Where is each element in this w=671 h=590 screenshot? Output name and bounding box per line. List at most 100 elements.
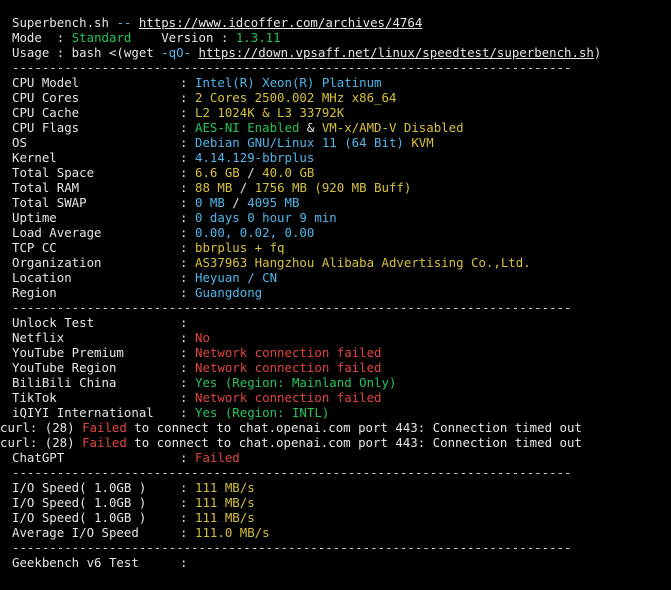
row-value: Yes (Region: Mainland Only)	[195, 375, 397, 390]
cpu-cache-row: CPU Cache: L2 1024K & L3 33792K	[12, 105, 671, 120]
colon: :	[180, 450, 188, 465]
iqiyi-row: iQIYI International: Yes (Region: INTL)	[12, 405, 671, 420]
total-space-row: Total Space:6.6 GB / 40.0 GB	[12, 165, 671, 180]
average-io-row: Average I/O Speed:111.0 MB/s	[12, 525, 671, 540]
total-ram-row: Total RAM:88 MB / 1756 MB (920 MB Buff)	[12, 180, 671, 195]
row-label: Organization	[12, 255, 102, 270]
row-label: YouTube Region	[12, 360, 117, 375]
row-value: Guangdong	[195, 285, 263, 300]
curl-message: to connect to chat.openai.com port 443: …	[126, 420, 582, 435]
version-value: 1.3.11	[235, 30, 281, 45]
organization-row: Organization: AS37963 Hangzhou Alibaba Ad…	[12, 255, 671, 270]
total-swap-row: Total SWAP:0 MB / 4095 MB	[12, 195, 671, 210]
colon: :	[180, 480, 188, 495]
curl-error-line: curl: (28) Failed to connect to chat.ope…	[0, 420, 671, 435]
row-label: ChatGPT	[12, 450, 65, 465]
usage-flag: -qO-	[161, 45, 192, 60]
row-value: 4.14.129-bbrplus	[195, 150, 315, 165]
cpu-model-row: CPU Model: Intel(R) Xeon(R) Platinum	[12, 75, 671, 90]
row-label: YouTube Premium	[12, 345, 124, 360]
slash: /	[232, 180, 255, 195]
slash: /	[224, 195, 248, 210]
geekbench-row: Geekbench v6 Test:	[12, 555, 671, 570]
youtube-premium-row: YouTube Premium: Network connection faile…	[12, 345, 671, 360]
colon: :	[180, 555, 188, 570]
colon: :	[180, 225, 188, 240]
usage-url-link[interactable]: https://down.vpsaff.net/linux/speedtest/…	[199, 45, 594, 60]
colon: :	[180, 315, 188, 330]
colon: :	[180, 120, 188, 135]
colon: :	[180, 510, 188, 525]
mode-value: Standard	[71, 30, 132, 45]
colon: :	[180, 390, 188, 405]
virt-value: KVM	[403, 135, 434, 150]
row-label: CPU Flags	[12, 120, 80, 135]
header-title-line: Superbench.sh -- https://www.idcoffer.co…	[12, 15, 671, 30]
bilibili-row: BiliBili China: Yes (Region: Mainland Onl…	[12, 375, 671, 390]
total-value: 4095 MB	[247, 195, 300, 210]
curl-prefix: curl: (28)	[0, 420, 83, 435]
row-label: TikTok	[12, 390, 57, 405]
row-value: Heyuan / CN	[195, 270, 278, 285]
row-value: Intel(R) Xeon(R) Platinum	[195, 75, 382, 90]
colon: :	[180, 240, 188, 255]
cpu-cores-row: CPU Cores:2 Cores 2500.002 MHz x86_64	[12, 90, 671, 105]
row-value: 111 MB/s	[195, 480, 255, 495]
row-label: BiliBili China	[12, 375, 117, 390]
row-value: bbrplus + fq	[195, 240, 285, 255]
curl-prefix: curl: (28)	[0, 435, 83, 450]
row-label: Uptime	[12, 210, 57, 225]
row-label: TCP CC	[12, 240, 57, 255]
row-label: OS	[12, 135, 27, 150]
colon: :	[180, 495, 188, 510]
version-label: Version :	[131, 30, 236, 45]
colon: :	[180, 360, 188, 375]
title-url-link[interactable]: https://www.idcoffer.com/archives/4764	[139, 15, 422, 30]
youtube-region-row: YouTube Region: Network connection failed	[12, 360, 671, 375]
region-row: Region: Guangdong	[12, 285, 671, 300]
row-label: CPU Cache	[12, 105, 80, 120]
colon: :	[180, 270, 188, 285]
terminal-window[interactable]: Superbench.sh -- https://www.idcoffer.co…	[0, 0, 671, 590]
used-value: 6.6 GB	[195, 165, 240, 180]
buff-value: (920 MB Buff)	[306, 180, 412, 195]
ampersand: &	[299, 120, 322, 135]
row-label: I/O Speed( 1.0GB )	[12, 510, 147, 525]
usage-end: )	[593, 45, 602, 60]
io-speed-row: I/O Speed( 1.0GB ):111 MB/s	[12, 495, 671, 510]
uptime-row: Uptime:0 days 0 hour 9 min	[12, 210, 671, 225]
row-value: No	[195, 330, 210, 345]
row-label: Unlock Test	[12, 315, 95, 330]
colon: :	[180, 285, 188, 300]
script-name: Superbench.sh	[12, 15, 109, 30]
title-dash: --	[108, 15, 139, 30]
row-value: 0 days 0 hour 9 min	[195, 210, 337, 225]
io-speed-row: I/O Speed( 1.0GB ):111 MB/s	[12, 480, 671, 495]
colon: :	[180, 330, 188, 345]
os-value: Debian GNU/Linux 11 (64 Bit)	[195, 135, 404, 150]
row-label: Total RAM	[12, 180, 80, 195]
aes-ni-value: AES-NI Enabled	[195, 120, 300, 135]
total-value: 1756 MB	[254, 180, 307, 195]
row-value: 111 MB/s	[195, 510, 255, 525]
os-row: OS: Debian GNU/Linux 11 (64 Bit) KVM	[12, 135, 671, 150]
row-value: Network connection failed	[195, 360, 382, 375]
header-mode-line: Mode : Standard Version : 1.3.11	[12, 30, 671, 45]
row-label: Region	[12, 285, 57, 300]
curl-failed: Failed	[82, 435, 127, 450]
colon: :	[180, 105, 188, 120]
row-value: Network connection failed	[195, 345, 382, 360]
unlock-test-row: Unlock Test:	[12, 315, 671, 330]
colon: :	[180, 405, 188, 420]
colon: :	[180, 90, 188, 105]
colon: :	[180, 150, 188, 165]
row-label: CPU Cores	[12, 90, 80, 105]
load-average-row: Load Average:0.00, 0.02, 0.00	[12, 225, 671, 240]
row-label: Total Space	[12, 165, 95, 180]
row-label: iQIYI International	[12, 405, 154, 420]
colon: :	[180, 195, 188, 210]
separator: ----------------------------------------…	[12, 540, 572, 555]
colon: :	[180, 375, 188, 390]
row-value: L2 1024K & L3 33792K	[195, 105, 345, 120]
row-label: I/O Speed( 1.0GB )	[12, 495, 147, 510]
